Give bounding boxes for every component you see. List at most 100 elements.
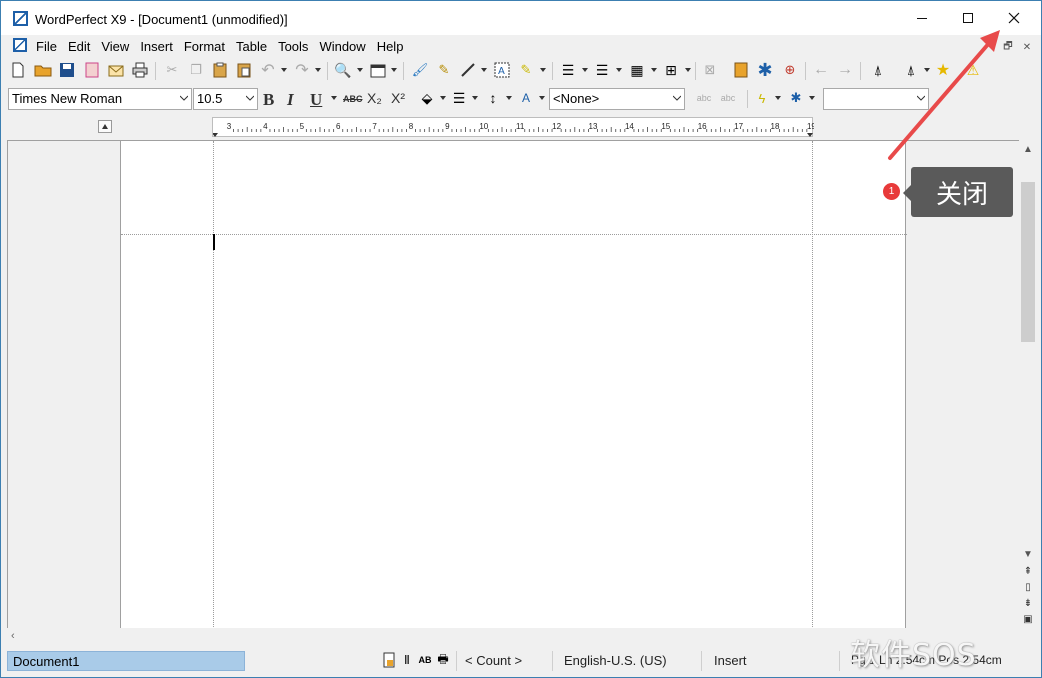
right-margin-marker[interactable] <box>807 133 813 137</box>
font-color-button[interactable]: A <box>517 89 535 107</box>
insert-mode-indicator[interactable]: Insert <box>714 653 747 668</box>
text-color-dropdown-arrow[interactable] <box>440 96 446 100</box>
scroll-left-arrow[interactable]: ‹ <box>11 630 15 642</box>
reveal-button[interactable]: ✱ <box>787 89 805 107</box>
subscript-button[interactable]: X₂ <box>367 90 382 106</box>
quickcorrect-dropdown-arrow[interactable] <box>775 96 781 100</box>
font-color-dropdown-arrow[interactable] <box>539 96 545 100</box>
paste-button[interactable] <box>211 61 229 79</box>
open-button[interactable] <box>34 61 52 79</box>
menu-file[interactable]: File <box>36 39 57 54</box>
printer-status-icon[interactable]: 🖶 <box>435 652 451 668</box>
menu-format[interactable]: Format <box>184 39 225 54</box>
italic-button[interactable]: I <box>287 90 294 110</box>
document-page[interactable] <box>120 141 907 629</box>
numbering-button[interactable]: ☰ <box>559 61 577 79</box>
page-icon[interactable]: ▯ <box>1022 582 1034 594</box>
grammar-button[interactable]: abc <box>719 89 737 107</box>
text-color-button[interactable]: ⬙ <box>418 89 436 107</box>
line-spacing-button[interactable]: ↕ <box>484 89 502 107</box>
text-box-button[interactable]: A <box>493 61 511 79</box>
cut-button[interactable]: ✂ <box>163 61 181 79</box>
style-select[interactable]: <None> <box>549 88 685 110</box>
find-replace-button[interactable]: 🔍 <box>334 61 352 79</box>
prompt-as-you-go-button[interactable]: abc <box>695 89 713 107</box>
columns-dropdown-arrow[interactable] <box>651 68 657 72</box>
table-button[interactable]: ⊞ <box>662 61 680 79</box>
document-status-icon[interactable] <box>381 652 397 668</box>
bullets-button[interactable]: ☰ <box>593 61 611 79</box>
vertical-scrollbar[interactable]: ▲ ▼ ⇞ ▯ ⇟ ▣ <box>1019 140 1037 628</box>
font-size-select[interactable]: 10.5 <box>193 88 258 110</box>
underline-dropdown-arrow[interactable] <box>331 96 337 100</box>
menu-help[interactable]: Help <box>377 39 404 54</box>
redo-button[interactable]: ↷ <box>293 61 311 79</box>
status-document-tab[interactable]: Document1 <box>7 651 245 671</box>
underline-button[interactable]: U <box>310 90 322 110</box>
print-button[interactable] <box>131 61 149 79</box>
justification-button[interactable]: ☰ <box>450 89 468 107</box>
scroll-thumb[interactable] <box>1021 182 1035 342</box>
numbering-dropdown-arrow[interactable] <box>582 68 588 72</box>
scroll-up-arrow[interactable]: ▲ <box>1023 145 1033 155</box>
superscript-button[interactable]: X² <box>391 90 405 106</box>
line-spacing-dropdown-arrow[interactable] <box>506 96 512 100</box>
reveal-dropdown-arrow[interactable] <box>809 96 815 100</box>
highlight-color-button[interactable]: ✎ <box>517 61 535 79</box>
language-indicator[interactable]: English-U.S. (US) <box>564 653 667 668</box>
date-dropdown-arrow[interactable] <box>391 68 397 72</box>
wordperfect-app-icon[interactable] <box>13 11 28 26</box>
shrink-to-fit-button[interactable]: ⊠ <box>701 61 719 79</box>
paste-special-button[interactable] <box>235 61 253 79</box>
justification-dropdown-arrow[interactable] <box>472 96 478 100</box>
strikeout-button[interactable]: ABC <box>343 94 363 104</box>
menu-view[interactable]: View <box>101 39 129 54</box>
pdf-button[interactable] <box>83 61 101 79</box>
document-control-icon[interactable] <box>13 38 27 52</box>
bullets-dropdown-arrow[interactable] <box>616 68 622 72</box>
redo-dropdown-arrow[interactable] <box>315 68 321 72</box>
spell-status-icon[interactable]: AB <box>417 652 433 668</box>
count-indicator[interactable]: < Count > <box>465 653 522 668</box>
quickcorrect-button[interactable]: ϟ <box>753 89 771 107</box>
forward-button[interactable]: → <box>836 61 854 79</box>
font-color-icon: A <box>521 91 530 105</box>
menu-window[interactable]: Window <box>319 39 365 54</box>
cursor-status-icon[interactable]: Ⅱ <box>399 652 415 668</box>
menu-table[interactable]: Table <box>236 39 267 54</box>
ruler[interactable]: 3 4 5 6 7 8 9 10 11 12 13 14 15 16 17 18 19 <box>212 117 814 137</box>
copy-button[interactable]: ❐ <box>187 61 205 79</box>
reveal-codes-button[interactable] <box>732 61 750 79</box>
previous-page-icon[interactable]: ⇞ <box>1022 566 1034 578</box>
ruler-options-button[interactable] <box>98 120 112 133</box>
table-dropdown-arrow[interactable] <box>685 68 691 72</box>
line-dropdown-arrow[interactable] <box>481 68 487 72</box>
new-document-button[interactable] <box>9 61 27 79</box>
email-button[interactable] <box>107 61 125 79</box>
insert-date-button[interactable] <box>369 61 387 79</box>
format-painter-button[interactable]: 🖌 <box>411 61 429 79</box>
save-button[interactable] <box>58 61 76 79</box>
menu-tools[interactable]: Tools <box>278 39 308 54</box>
next-page-icon[interactable]: ⇟ <box>1022 598 1034 610</box>
back-button[interactable]: ← <box>812 61 830 79</box>
document-close-button[interactable]: ✕ <box>1020 40 1034 54</box>
columns-button[interactable]: ▦ <box>628 61 646 79</box>
document-area[interactable] <box>7 140 1019 629</box>
page-view-icon[interactable]: ▣ <box>1022 614 1034 626</box>
highlight-button[interactable]: ✎ <box>435 61 453 79</box>
undo-dropdown-arrow[interactable] <box>281 68 287 72</box>
scroll-down-arrow[interactable]: ▼ <box>1023 550 1033 560</box>
bold-button[interactable]: B <box>263 90 274 110</box>
menu-edit[interactable]: Edit <box>68 39 90 54</box>
font-name-select[interactable]: Times New Roman <box>8 88 192 110</box>
find-dropdown-arrow[interactable] <box>357 68 363 72</box>
macro-button[interactable]: ⊕ <box>781 61 799 79</box>
printer-icon <box>132 62 148 78</box>
left-margin-marker[interactable] <box>213 133 218 137</box>
highlight-dropdown-arrow[interactable] <box>540 68 546 72</box>
menu-insert[interactable]: Insert <box>140 39 173 54</box>
line-button[interactable] <box>459 61 477 79</box>
undo-button[interactable]: ↶ <box>259 61 277 79</box>
symbols-button[interactable]: ✱ <box>756 60 774 80</box>
